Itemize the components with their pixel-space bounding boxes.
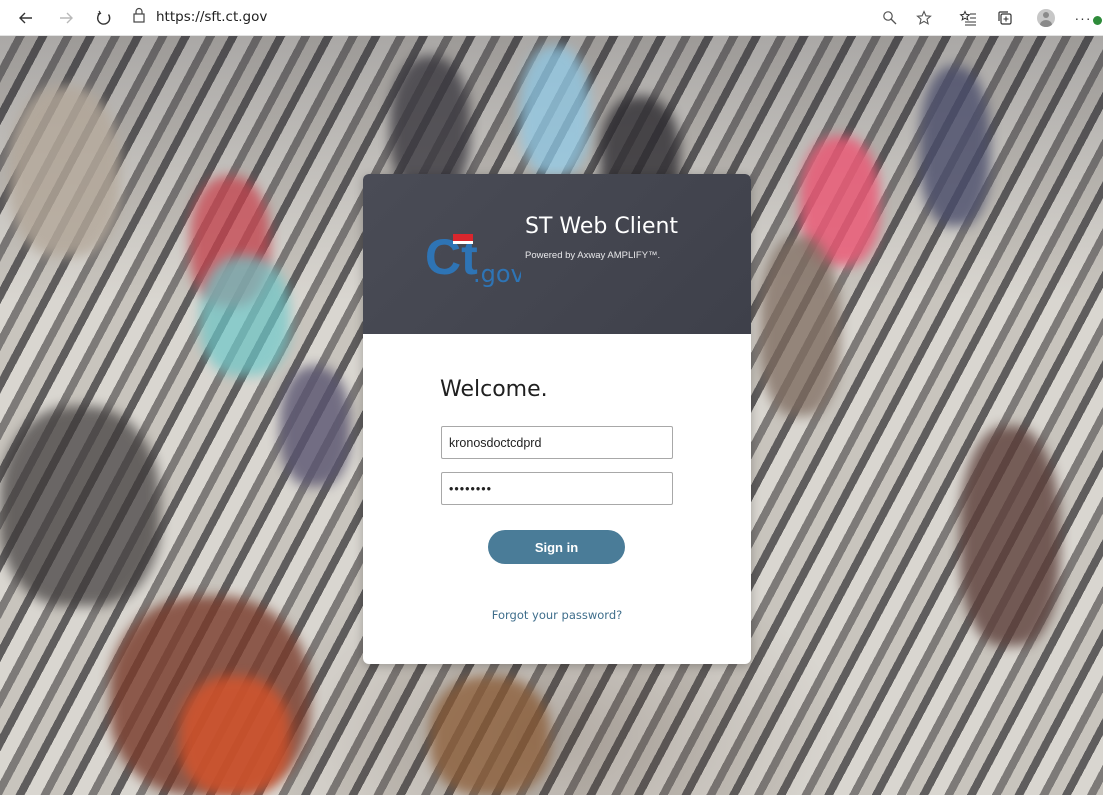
forward-arrow-icon[interactable]	[54, 6, 78, 30]
app-subtitle: Powered by Axway AMPLIFY™.	[525, 250, 661, 261]
card-header: Ct .gov ST Web Client Powered by Axway A…	[363, 174, 751, 334]
back-arrow-icon[interactable]	[14, 6, 38, 30]
update-badge-icon	[1093, 16, 1102, 25]
favorites-list-icon[interactable]	[956, 6, 980, 30]
sign-in-button[interactable]: Sign in	[488, 530, 625, 564]
app-title: ST Web Client	[525, 214, 679, 239]
profile-avatar-icon[interactable]	[1034, 6, 1058, 30]
browser-toolbar: https://sft.ct.gov ···	[0, 0, 1103, 36]
welcome-heading: Welcome.	[440, 377, 548, 402]
login-card: Ct .gov ST Web Client Powered by Axway A…	[363, 174, 751, 664]
password-field[interactable]	[441, 472, 673, 505]
collections-icon[interactable]	[993, 6, 1017, 30]
forgot-password-link[interactable]: Forgot your password?	[363, 608, 751, 622]
refresh-icon[interactable]	[92, 6, 116, 30]
search-icon[interactable]	[878, 6, 902, 30]
address-bar[interactable]: https://sft.ct.gov	[132, 3, 872, 31]
lock-icon[interactable]	[132, 7, 146, 27]
svg-text:.gov: .gov	[473, 260, 521, 288]
url-text[interactable]: https://sft.ct.gov	[156, 9, 267, 25]
username-field[interactable]	[441, 426, 673, 459]
ct-gov-logo: Ct .gov	[425, 220, 525, 290]
star-icon[interactable]	[912, 6, 936, 30]
more-options-icon[interactable]: ···	[1072, 6, 1102, 30]
